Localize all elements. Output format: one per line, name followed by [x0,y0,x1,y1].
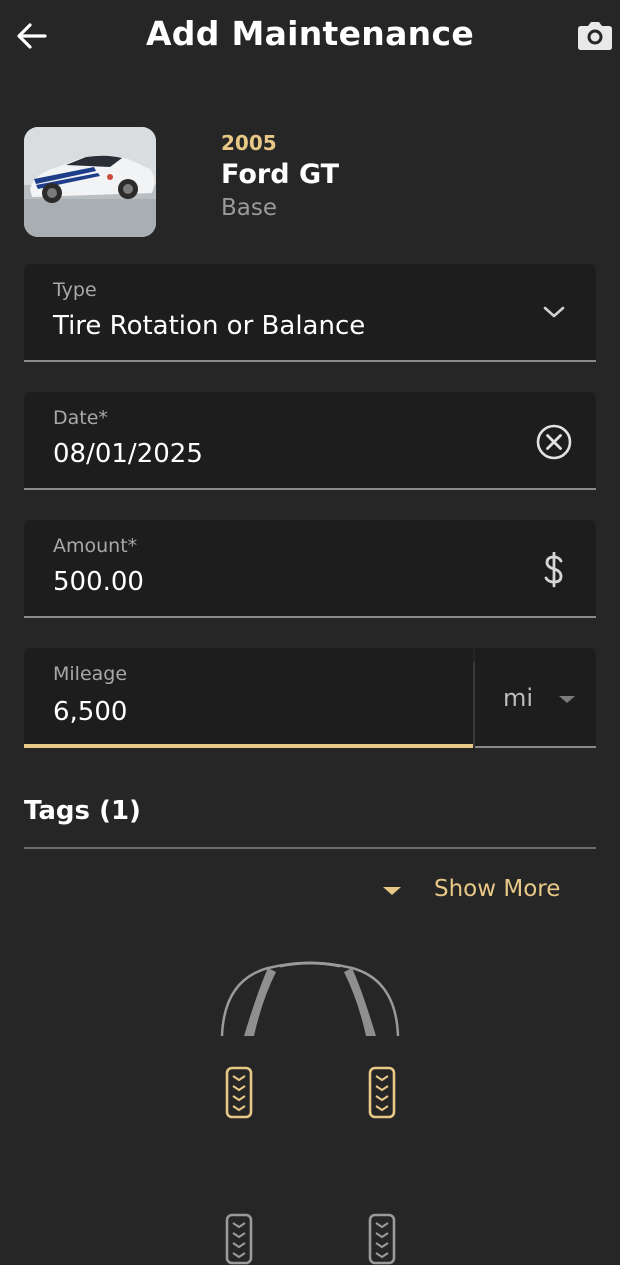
caret-down-icon [559,696,575,703]
vehicle-model: Ford GT [221,159,340,190]
tire-rear-left[interactable] [225,1213,253,1265]
caret-down-icon [383,887,401,895]
show-more-button[interactable]: Show More [380,874,590,908]
tire-rear-right[interactable] [368,1213,396,1265]
amount-label: Amount* [53,535,138,557]
mileage-unit-select[interactable]: mi [475,648,596,748]
divider [24,847,596,849]
chevron-down-icon [543,306,565,318]
mileage-label: Mileage [53,663,128,685]
tire-diagram [200,950,420,1265]
date-label: Date* [53,407,108,429]
mileage-field[interactable]: Mileage 6,500 [24,648,473,748]
amount-field[interactable]: Amount* 500.00 [24,520,596,618]
date-field[interactable]: Date* 08/01/2025 [24,392,596,490]
app-header: Add Maintenance [0,0,620,72]
show-more-label: Show More [434,876,561,902]
tags-header[interactable]: Tags (1) [24,796,141,826]
clear-circle-icon [536,424,572,460]
date-clear-button[interactable] [534,422,574,462]
vehicle-year: 2005 [221,131,277,155]
date-value: 08/01/2025 [53,439,203,469]
type-dropdown-toggle[interactable] [534,292,574,332]
camera-icon [578,22,612,50]
tire-front-right[interactable] [368,1066,396,1119]
mileage-value: 6,500 [53,697,128,727]
page-title: Add Maintenance [145,14,475,53]
camera-button[interactable] [576,16,614,54]
mileage-unit: mi [503,684,534,712]
type-value: Tire Rotation or Balance [53,311,366,341]
mileage-field-group: Mileage 6,500 mi [24,648,596,748]
car-outline-icon [220,961,400,1037]
vehicle-photo [24,127,156,237]
vehicle-summary: 2005 Ford GT Base [24,127,596,237]
dollar-icon [534,550,574,590]
amount-value: 500.00 [53,567,144,597]
vehicle-trim: Base [221,195,278,221]
tire-front-left[interactable] [225,1066,253,1119]
type-label: Type [53,279,97,301]
type-select[interactable]: Type Tire Rotation or Balance [24,264,596,362]
